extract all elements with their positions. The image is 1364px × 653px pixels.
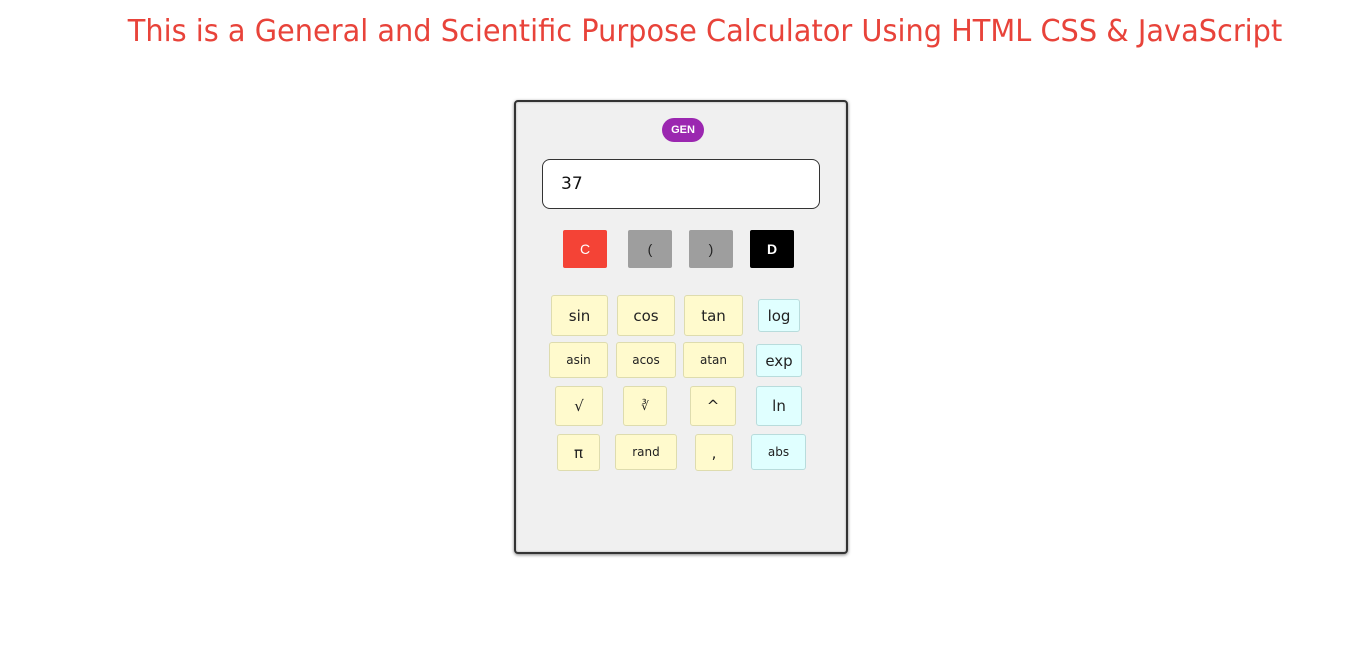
- abs-button[interactable]: abs: [751, 434, 806, 470]
- calculator-display[interactable]: 37: [542, 159, 820, 209]
- close-paren-button[interactable]: ): [689, 230, 733, 268]
- log-button[interactable]: log: [758, 299, 800, 332]
- sqrt-button[interactable]: √: [555, 386, 603, 426]
- cbrt-button[interactable]: ∛: [623, 386, 667, 426]
- delete-button[interactable]: D: [750, 230, 794, 268]
- acos-button[interactable]: acos: [616, 342, 676, 378]
- comma-button[interactable]: ,: [695, 434, 733, 471]
- atan-button[interactable]: atan: [683, 342, 744, 378]
- mode-toggle-button[interactable]: GEN: [662, 118, 704, 142]
- exp-button[interactable]: exp: [756, 344, 802, 377]
- sin-button[interactable]: sin: [551, 295, 608, 336]
- asin-button[interactable]: asin: [549, 342, 608, 378]
- ln-button[interactable]: ln: [756, 386, 802, 426]
- clear-button[interactable]: C: [563, 230, 607, 268]
- tan-button[interactable]: tan: [684, 295, 743, 336]
- open-paren-button[interactable]: (: [628, 230, 672, 268]
- power-button[interactable]: ^: [690, 386, 736, 426]
- cos-button[interactable]: cos: [617, 295, 675, 336]
- calculator-panel: GEN 37 C ( ) D sin cos tan log asin acos…: [514, 100, 848, 554]
- page-title: This is a General and Scientific Purpose…: [127, 14, 1283, 49]
- pi-button[interactable]: π: [557, 434, 600, 471]
- rand-button[interactable]: rand: [615, 434, 677, 470]
